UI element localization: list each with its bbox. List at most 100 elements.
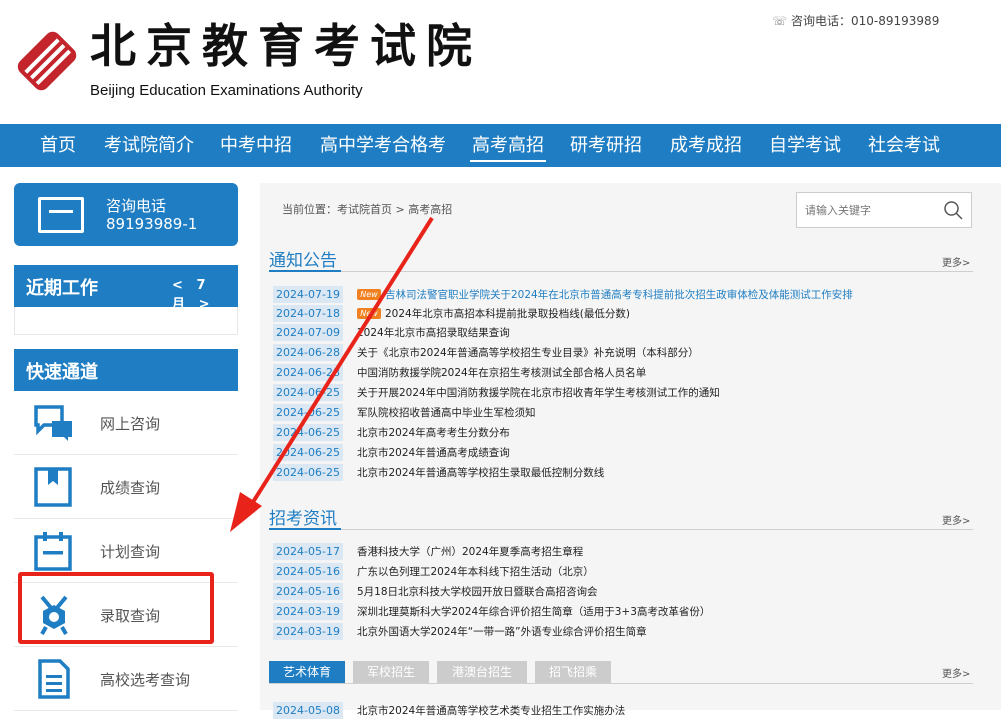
tab-military[interactable]: 军校招生 [353,661,429,683]
list-item[interactable]: 2024-06-25 军队院校招收普通高中毕业生军检须知 [273,403,973,422]
nav-zixue[interactable]: 自学考试 [769,124,841,167]
logo-mark-icon [17,31,77,91]
item-date: 2024-05-17 [273,543,343,560]
item-title[interactable]: 2024年北京市高招本科提前批录取投档线(最低分数) [385,306,630,321]
item-date: 2024-06-28 [273,364,343,381]
item-title[interactable]: 北京市2024年普通高考成绩查询 [357,445,510,460]
quick-item-college-subject-query[interactable]: 高校选考查询 [14,647,238,711]
item-date: 2024-07-18 [273,305,343,322]
main-nav: 首页 考试院简介 中考中招 高中学考合格考 高考高招 研考研招 成考成招 自学考… [0,124,1001,167]
list-item[interactable]: 2024-05-16 广东以色列理工2024年本科线下招生活动（北京） [273,562,973,581]
item-title[interactable]: 5月18日北京科技大学校园开放日暨联合高招咨询会 [357,584,598,599]
main-content: 当前位置：考试院首页 > 高考高招 通知公告 更多> 2024-07-19 Ne… [260,183,1001,719]
list-item[interactable]: 2024-05-08 北京市2024年普通高等学校艺术类专业招生工作实施办法 [273,701,973,720]
item-title[interactable]: 吉林司法警官职业学院关于2024年在北京市普通高考专科提前批次招生政审体检及体能… [385,287,853,302]
list-item[interactable]: 2024-06-25 北京市2024年高考考生分数分布 [273,423,973,442]
item-date: 2024-06-25 [273,444,343,461]
item-title[interactable]: 军队院校招收普通高中毕业生军检须知 [357,405,536,420]
month-next-button[interactable]: > [199,297,210,312]
list-item[interactable]: 2024-07-19 New 吉林司法警官职业学院关于2024年在北京市普通高考… [273,285,973,304]
logo-english-name: Beijing Education Examinations Authority [90,82,363,99]
list-item[interactable]: 2024-07-18 New 2024年北京市高招本科提前批录取投档线(最低分数… [273,304,973,323]
item-date: 2024-03-19 [273,603,343,620]
info-more-link[interactable]: 更多> [942,512,970,527]
month-prev-button[interactable]: < [172,278,183,293]
item-title[interactable]: 北京外国语大学2024年“一带一路”外语专业综合评价招生简章 [357,624,647,639]
list-item[interactable]: 2024-06-25 北京市2024年普通高考成绩查询 [273,443,973,462]
recent-work-title: 近期工作 [26,278,98,299]
item-date: 2024-06-25 [273,384,343,401]
item-title[interactable]: 深圳北理莫斯科大学2024年综合评价招生简章（适用于3+3高考改革省份） [357,604,710,619]
list-item[interactable]: 2024-06-28 中国消防救援学院2024年在京招生考核测试全部合格人员名单 [273,363,973,382]
sidebar-hotline-label: 咨询电话 [106,197,167,215]
item-date: 2024-06-25 [273,404,343,421]
quick-access-header: 快速通道 [14,349,238,391]
item-date: 2024-06-25 [273,424,343,441]
logo-chinese-name[interactable]: 北京教育考试院 [90,16,482,76]
calendar-icon [34,532,72,571]
list-item[interactable]: 2024-03-19 北京外国语大学2024年“一带一路”外语专业综合评价招生简… [273,622,973,641]
quick-item-label: 计划查询 [100,543,161,561]
tab-hk-macao-taiwan[interactable]: 港澳台招生 [437,661,527,683]
item-date: 2024-06-28 [273,344,343,361]
list-item[interactable]: 2024-05-17 香港科技大学（广州）2024年夏季高考招生章程 [273,542,973,561]
item-title[interactable]: 2024年北京市高招录取结果查询 [357,325,510,340]
item-title[interactable]: 关于《北京市2024年普通高等学校招生专业目录》补充说明（本科部分） [357,345,699,360]
item-title[interactable]: 中国消防救援学院2024年在京招生考核测试全部合格人员名单 [357,365,646,380]
quick-item-label: 成绩查询 [100,479,161,497]
search-input[interactable] [805,201,935,219]
quick-item-score-query[interactable]: 成绩查询 [14,455,238,519]
item-title[interactable]: 关于开展2024年中国消防救援学院在北京市招收青年学生考核测试工作的通知 [357,385,720,400]
site-header: 北京教育考试院 Beijing Education Examinations A… [0,0,1001,124]
item-title[interactable]: 北京市2024年普通高等学校招生录取最低控制分数线 [357,465,604,480]
item-title[interactable]: 广东以色列理工2024年本科线下招生活动（北京） [357,564,594,579]
recent-work-panel: 近期工作 < 7月 > [14,265,238,335]
item-title[interactable]: 香港科技大学（广州）2024年夏季高考招生章程 [357,544,583,559]
phone-icon: ☏ [772,14,788,28]
list-item[interactable]: 2024-06-25 关于开展2024年中国消防救援学院在北京市招收青年学生考核… [273,383,973,402]
tab-art-sports[interactable]: 艺术体育 [269,661,345,683]
item-date: 2024-07-09 [273,324,343,341]
item-date: 2024-05-16 [273,583,343,600]
notice-more-link[interactable]: 更多> [942,254,970,269]
info-divider [269,528,973,530]
item-date: 2024-05-16 [273,563,343,580]
tabs-divider [269,683,973,684]
item-title[interactable]: 北京市2024年高考考生分数分布 [357,425,510,440]
quick-access-title: 快速通道 [26,362,98,383]
item-date: 2024-06-25 [273,464,343,481]
recent-work-header: 近期工作 < 7月 > [14,265,238,312]
quick-item-label: 高校选考查询 [100,671,191,689]
nav-chengkao[interactable]: 成考成招 [670,124,742,167]
nav-yankao[interactable]: 研考研招 [570,124,642,167]
tabs-more-link[interactable]: 更多> [942,665,970,680]
nav-zhongkao[interactable]: 中考中招 [220,124,292,167]
breadcrumb: 当前位置：考试院首页 > 高考高招 [282,203,453,216]
nav-home[interactable]: 首页 [40,124,76,167]
list-item[interactable]: 2024-06-28 关于《北京市2024年普通高等学校招生专业目录》补充说明（… [273,343,973,362]
quick-item-online-consult[interactable]: 网上咨询 [14,391,238,455]
nav-xuekao[interactable]: 高中学考合格考 [320,124,446,167]
sidebar-hotline-card[interactable]: 咨询电话 89193989-1 [14,183,238,246]
hotline-text: 咨询电话：010-89193989 [791,14,940,28]
tab-pilot[interactable]: 招飞招乘 [535,661,611,683]
notice-section-title[interactable]: 通知公告 [269,246,337,271]
list-item[interactable]: 2024-05-16 5月18日北京科技大学校园开放日暨联合高招咨询会 [273,582,973,601]
month-switcher: < 7月 > [172,278,238,312]
nav-shehui[interactable]: 社会考试 [868,124,940,167]
nav-gaokao[interactable]: 高考高招 [470,124,546,167]
list-item[interactable]: 2024-07-09 2024年北京市高招录取结果查询 [273,323,973,342]
card-icon [38,197,84,233]
sidebar-hotline-number: 89193989-1 [106,215,198,233]
new-badge: New [357,308,381,319]
item-title[interactable]: 北京市2024年普通高等学校艺术类专业招生工作实施办法 [357,703,625,718]
notice-divider [269,270,973,272]
category-tabs: 艺术体育 军校招生 港澳台招生 招飞招乘 [269,661,973,685]
highlight-box [18,572,214,644]
info-section-title[interactable]: 招考资讯 [269,504,337,529]
list-item[interactable]: 2024-06-25 北京市2024年普通高等学校招生录取最低控制分数线 [273,463,973,482]
item-date: 2024-07-19 [273,286,343,303]
search-icon[interactable] [943,200,963,220]
list-item[interactable]: 2024-03-19 深圳北理莫斯科大学2024年综合评价招生简章（适用于3+3… [273,602,973,621]
nav-about[interactable]: 考试院简介 [104,124,194,167]
